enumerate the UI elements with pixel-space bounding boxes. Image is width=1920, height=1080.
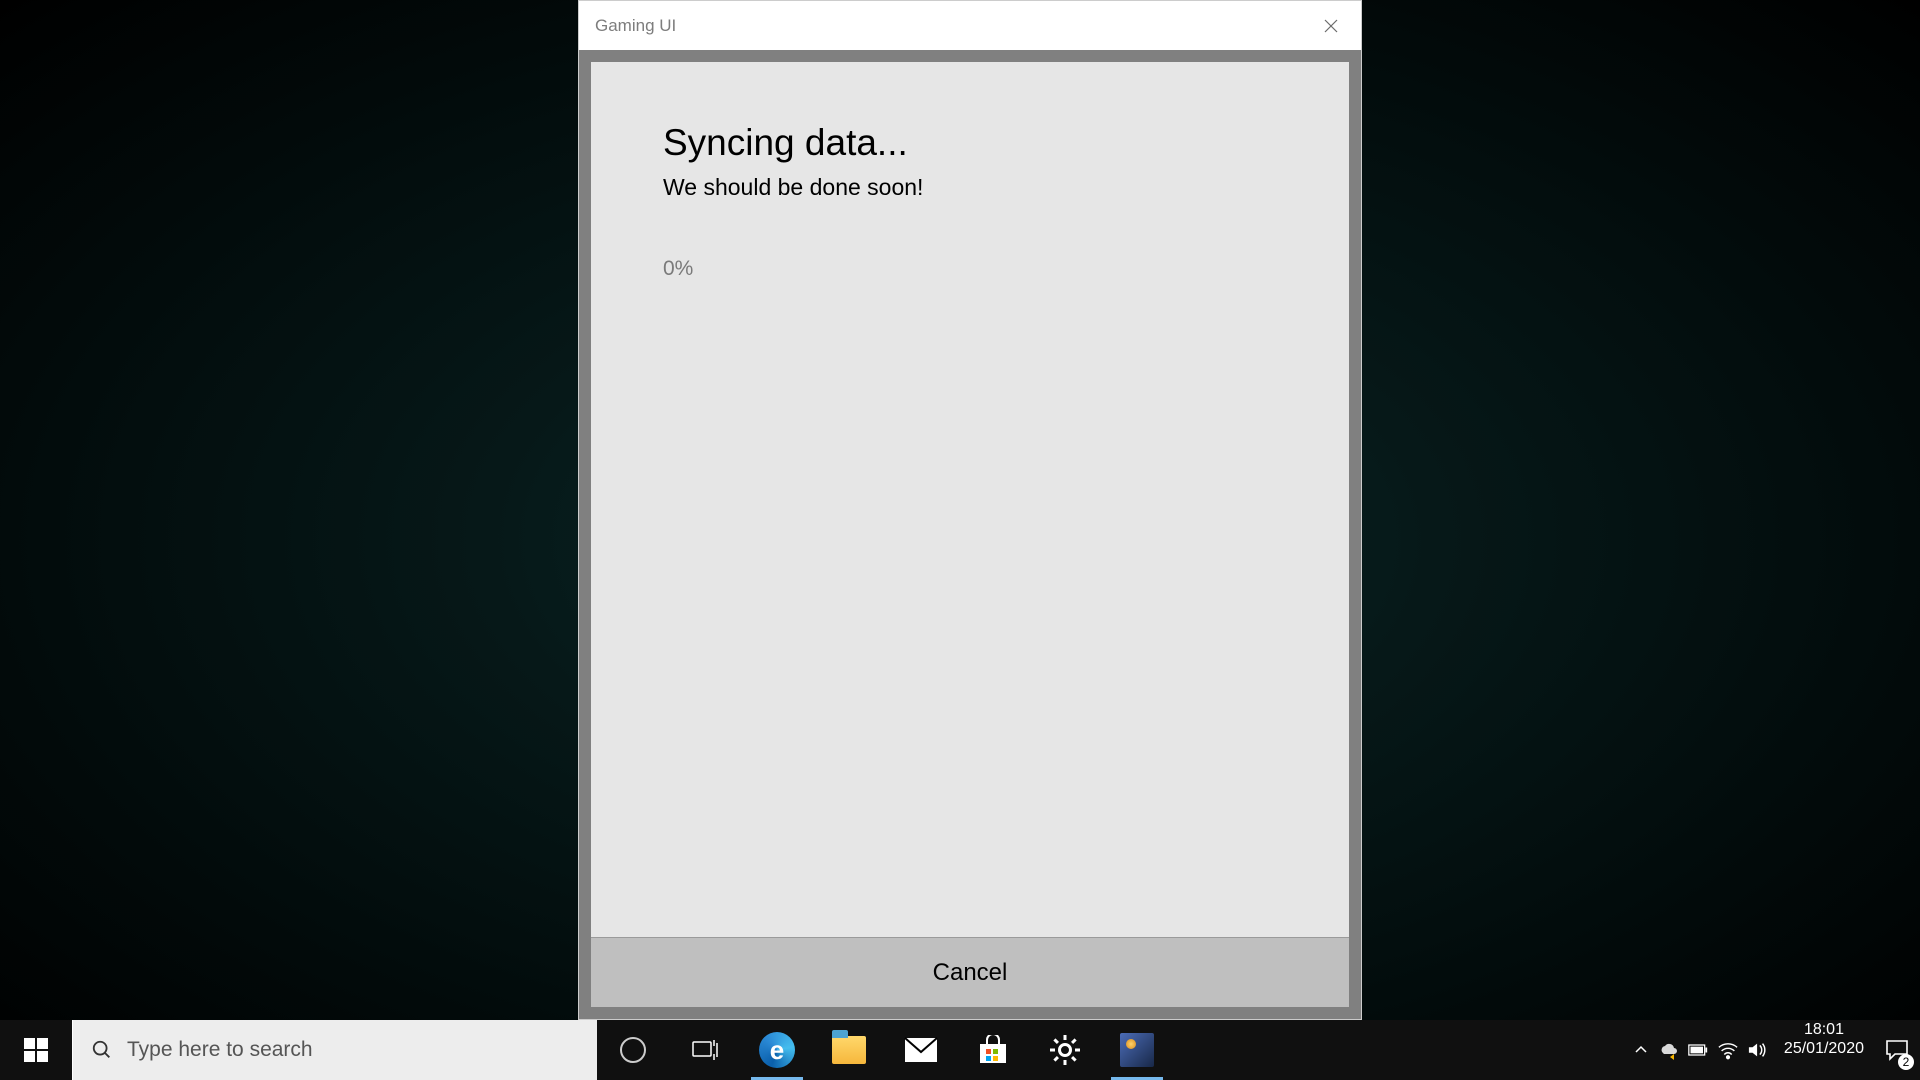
dialog-body: Syncing data... We should be done soon! …	[591, 62, 1349, 937]
notification-badge: 2	[1898, 1054, 1914, 1070]
tray-overflow-button[interactable]	[1634, 1043, 1648, 1057]
close-icon	[1324, 19, 1338, 33]
mail-icon	[904, 1037, 938, 1063]
settings-button[interactable]	[1029, 1020, 1101, 1080]
battery-tray-icon[interactable]	[1688, 1040, 1708, 1060]
system-tray	[1624, 1020, 1774, 1080]
taskbar-pinned	[597, 1020, 1173, 1080]
search-box[interactable]: Type here to search	[72, 1020, 597, 1080]
cortana-icon	[620, 1037, 646, 1063]
mail-button[interactable]	[885, 1020, 957, 1080]
cancel-button-label: Cancel	[933, 959, 1008, 987]
cancel-button[interactable]: Cancel	[591, 937, 1349, 1007]
windows-logo-icon	[24, 1038, 48, 1062]
clock-date: 25/01/2020	[1784, 1039, 1864, 1058]
task-view-icon	[692, 1039, 718, 1061]
store-icon	[978, 1035, 1008, 1065]
taskbar-clock[interactable]: 18:01 25/01/2020	[1774, 1020, 1874, 1080]
dialog-client: Syncing data... We should be done soon! …	[579, 50, 1361, 1019]
sync-dialog: Gaming UI Syncing data... We should be d…	[578, 0, 1362, 1020]
volume-tray-icon[interactable]	[1748, 1040, 1768, 1060]
gear-icon	[1049, 1034, 1081, 1066]
file-explorer-button[interactable]	[813, 1020, 885, 1080]
file-explorer-icon	[832, 1036, 866, 1064]
gaming-ui-app-icon	[1120, 1033, 1154, 1067]
clock-time: 18:01	[1784, 1020, 1864, 1039]
action-center-button[interactable]: 2	[1874, 1020, 1920, 1080]
start-button[interactable]	[0, 1020, 72, 1080]
edge-button[interactable]	[741, 1020, 813, 1080]
gaming-ui-app-button[interactable]	[1101, 1020, 1173, 1080]
search-icon	[91, 1039, 113, 1061]
dialog-heading: Syncing data...	[663, 122, 1277, 164]
dialog-progress: 0%	[663, 257, 1277, 281]
dialog-subtext: We should be done soon!	[663, 174, 1277, 201]
dialog-title: Gaming UI	[595, 16, 676, 36]
edge-icon	[759, 1032, 795, 1068]
wifi-tray-icon[interactable]	[1718, 1040, 1738, 1060]
close-button[interactable]	[1301, 1, 1361, 50]
search-placeholder: Type here to search	[127, 1038, 313, 1062]
task-view-button[interactable]	[669, 1020, 741, 1080]
taskbar: Type here to search	[0, 1020, 1920, 1080]
onedrive-tray-icon[interactable]	[1658, 1040, 1678, 1060]
dialog-titlebar[interactable]: Gaming UI	[579, 1, 1361, 50]
store-button[interactable]	[957, 1020, 1029, 1080]
cortana-button[interactable]	[597, 1020, 669, 1080]
